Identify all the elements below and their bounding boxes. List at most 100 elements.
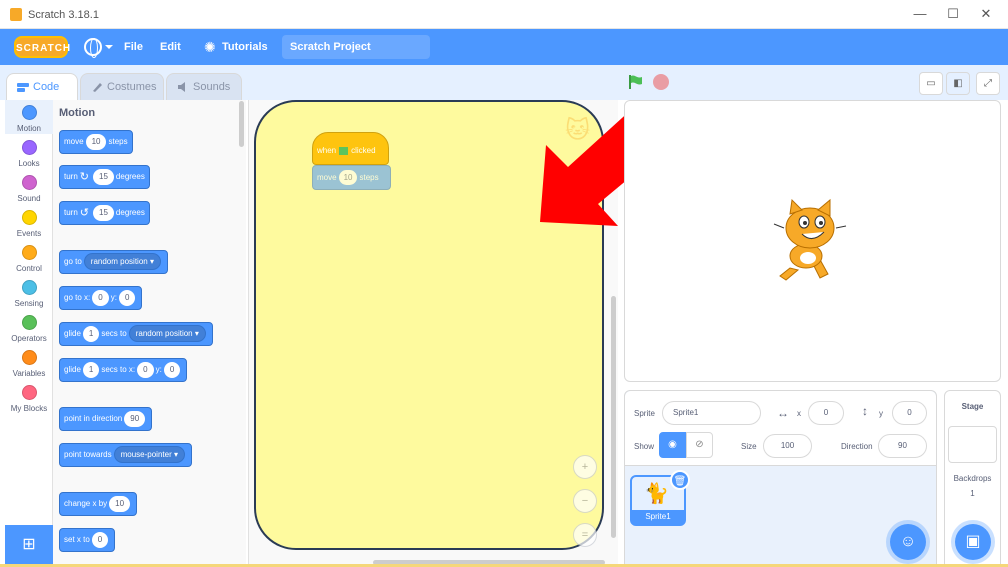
block-move-steps[interactable]: move 10 steps [59,130,133,154]
block-text: y: [155,365,162,374]
minimize-button[interactable]: — [906,5,934,23]
tab-sounds-label: Sounds [193,81,231,93]
palette-scrollbar[interactable] [239,101,244,147]
y-arrows-icon: ↕ [862,404,868,418]
delete-sprite-button[interactable]: 🗑 [670,470,690,490]
cat-add-icon: ☺ [899,533,917,550]
category-motion[interactable]: Motion [5,100,53,134]
stop-button[interactable] [653,74,669,90]
when-flag-clicked-block[interactable]: when clicked [312,132,389,165]
x-change-input[interactable]: 10 [109,495,131,512]
small-stage-icon: ▭ [926,78,936,89]
tab-code[interactable]: Code [6,73,78,102]
go-to-dropdown[interactable]: random position ▾ [83,253,161,271]
green-flag-button[interactable] [628,74,644,90]
x-input[interactable]: 0 [92,289,109,306]
maximize-button[interactable]: ☐ [939,5,967,23]
sound-dot [21,175,37,190]
zoom-reset-button[interactable]: = [573,523,597,547]
block-change-x[interactable]: change x by 10 [59,492,138,516]
zoom-in-button[interactable]: + [573,455,597,479]
category-operators[interactable]: Operators [5,310,53,344]
stage-thumbnail[interactable] [948,426,997,463]
workspace-move-block[interactable]: move 10 steps [312,165,391,190]
speaker-icon [178,82,185,92]
category-sensing[interactable]: Sensing [5,275,53,309]
chevron-down-icon [105,45,113,49]
y-position-input[interactable]: 0 [892,401,927,425]
choose-sprite-button[interactable]: ☺ [890,524,926,560]
block-glide[interactable]: glide 1 secs to random position ▾ [59,322,213,346]
scratch-logo[interactable]: SCRATCH [14,36,70,58]
show-hidden-button[interactable]: ⊘ [686,432,713,458]
size-input[interactable]: 100 [763,434,812,458]
block-text: glide [64,329,81,338]
category-label: Variables [12,369,46,378]
add-extension-button[interactable]: ⊞ [5,525,53,565]
steps-input[interactable]: 10 [85,133,107,150]
category-sound[interactable]: Sound [5,170,53,204]
workspace-vertical-scrollbar[interactable] [611,296,616,538]
glide-dropdown[interactable]: random position ▾ [128,325,206,343]
steps-input[interactable]: 10 [338,170,358,186]
degrees-input[interactable]: 15 [93,205,114,221]
normal-stage-button[interactable]: ◧ [946,72,970,95]
x-position-input[interactable]: 0 [808,401,844,425]
towards-dropdown[interactable]: mouse-pointer ▾ [113,446,185,464]
block-set-x[interactable]: set x to 0 [59,528,116,552]
close-button[interactable]: ✕ [972,5,1000,23]
x-input[interactable]: 0 [137,361,154,378]
language-globe-icon[interactable] [84,38,102,58]
category-control[interactable]: Control [5,240,53,274]
project-title-input[interactable]: Scratch Project [282,35,430,59]
stage-pane-title: Stage [961,402,984,411]
tab-costumes[interactable]: Costumes [80,73,164,101]
category-label: Events [16,229,42,238]
block-turn-right[interactable]: turn ↻ 15 degrees [59,165,150,189]
category-variables[interactable]: Variables [5,345,53,379]
window-title: Scratch 3.18.1 [28,9,99,21]
block-text: turn [64,172,78,182]
choose-backdrop-button[interactable]: ▣ [955,524,991,560]
block-turn-left[interactable]: turn ↺ 15 degrees [59,201,150,225]
sprite-name-input[interactable]: Sprite1 [662,401,761,425]
menu-tutorials[interactable]: Tutorials [222,29,268,65]
eye-slash-icon: ⊘ [695,439,704,450]
menu-file[interactable]: File [124,29,143,65]
block-text: move [317,173,337,182]
y-input[interactable]: 0 [118,289,136,306]
green-flag-icon [339,146,349,155]
block-point-towards[interactable]: point towards mouse-pointer ▾ [59,443,192,467]
menu-edit[interactable]: Edit [160,29,181,65]
direction-input[interactable]: 90 [878,434,927,458]
category-my-blocks[interactable]: My Blocks [5,380,53,414]
block-text: turn [64,208,78,218]
block-point-in-direction[interactable]: point in direction 90 [59,407,153,431]
tab-costumes-label: Costumes [107,81,157,93]
tutorials-bulb-icon: ✺ [204,39,216,55]
tab-sounds[interactable]: Sounds [166,73,242,101]
block-go-to-xy[interactable]: go to x: 0 y: 0 [59,286,143,310]
x-arrows-icon: ↔ [777,406,789,420]
secs-input[interactable]: 1 [82,361,100,378]
block-text: secs to [101,329,127,338]
show-visible-button[interactable]: ◉ [659,432,686,458]
degrees-input[interactable]: 15 [93,169,114,185]
show-label: Show [634,442,655,451]
x-set-input[interactable]: 0 [91,531,109,548]
dropdown-value: random position [135,329,193,339]
small-stage-button[interactable]: ▭ [919,72,943,95]
y-input[interactable]: 0 [163,361,181,378]
block-go-to[interactable]: go to random position ▾ [59,250,168,274]
secs-input[interactable]: 1 [82,325,100,342]
direction-input[interactable]: 90 [124,410,146,427]
variables-dot [21,350,37,365]
cat-sprite[interactable] [770,198,850,283]
fullscreen-button[interactable]: ⤢ [976,72,1000,95]
category-events[interactable]: Events [5,205,53,239]
cat-thumbnail-icon: 🐈 [644,483,669,505]
palette-heading: Motion [59,107,96,119]
zoom-out-button[interactable]: − [573,489,597,513]
block-glide-xy[interactable]: glide 1 secs to x: 0 y: 0 [59,358,188,382]
category-looks[interactable]: Looks [5,135,53,169]
